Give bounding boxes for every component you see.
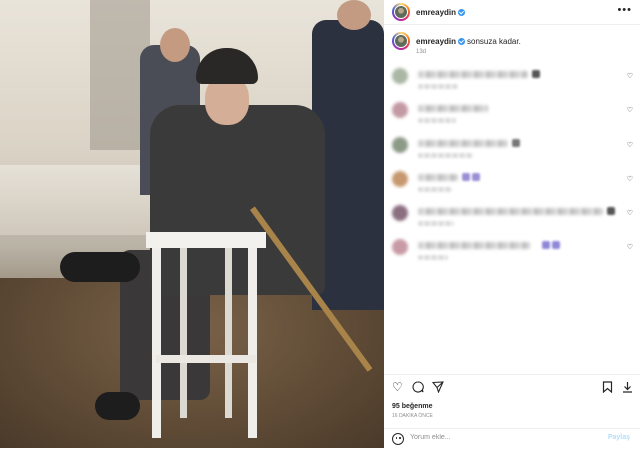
comment-emoji-blurred <box>552 241 560 249</box>
photo-table-leg <box>152 248 161 438</box>
heart-icon[interactable]: ♡ <box>627 175 633 183</box>
comment-avatar[interactable] <box>392 68 408 84</box>
comment-meta-blurred <box>418 187 452 192</box>
photo-table-top <box>146 232 266 248</box>
comment-emoji-blurred <box>512 139 520 147</box>
heart-icon[interactable]: ♡ <box>627 106 633 114</box>
photo-seated-man-shoe-2 <box>95 392 140 420</box>
comment-meta-blurred <box>418 153 473 158</box>
comment-text-blurred <box>418 105 488 112</box>
comment-avatar[interactable] <box>392 102 408 118</box>
posted-time: 16 dakika önce <box>392 413 433 419</box>
comment-emoji-blurred <box>532 70 540 78</box>
header-username[interactable]: emreaydin <box>416 8 466 17</box>
heart-icon[interactable]: ♡ <box>392 381 403 393</box>
comment-item: ♡ <box>392 102 637 130</box>
photo-seated-man-hat <box>196 48 258 84</box>
post-header: emreaydin ••• <box>384 0 640 25</box>
photo-standing-man-left-head <box>160 28 190 62</box>
comment-item: ♡ <box>392 205 637 233</box>
comment-emoji-blurred <box>472 173 480 181</box>
profile-avatar[interactable] <box>392 3 410 21</box>
like-count[interactable]: 95 beğenme <box>392 403 432 410</box>
comment-meta-blurred <box>418 221 454 226</box>
caption-text: sonsuza kadar. <box>467 37 521 46</box>
comment-emoji-blurred <box>462 173 470 181</box>
photo-background-wall <box>0 165 160 235</box>
comment-meta-blurred <box>418 118 456 123</box>
caption-avatar[interactable] <box>392 32 410 50</box>
caption-time: 13d <box>416 49 427 55</box>
heart-icon[interactable]: ♡ <box>627 209 633 217</box>
comment-emoji-blurred <box>542 241 550 249</box>
bookmark-icon[interactable] <box>602 381 613 395</box>
heart-icon[interactable]: ♡ <box>627 72 633 80</box>
paper-plane-icon[interactable] <box>431 381 444 395</box>
comment-avatar[interactable] <box>392 205 408 221</box>
comment-item: ♡ <box>392 171 637 199</box>
more-horizontal-icon[interactable]: ••• <box>617 4 632 16</box>
comment-item: ♡ <box>392 68 637 96</box>
post-comment-button[interactable]: Paylaş <box>608 434 630 441</box>
photo-table-shelf <box>156 355 256 363</box>
comment-item: ♡ <box>392 239 637 267</box>
comment-text-blurred <box>418 174 458 181</box>
comment-avatar[interactable] <box>392 239 408 255</box>
comment-text-blurred <box>418 140 508 147</box>
verified-badge-icon <box>458 38 466 45</box>
comment-emoji-blurred <box>607 207 615 215</box>
photo-standing-man-right-head <box>337 0 371 30</box>
comment-meta-blurred <box>418 255 448 260</box>
comment-icon[interactable] <box>412 381 424 395</box>
comment-item: ♡ <box>392 137 637 165</box>
photo-seated-man-shoe <box>60 252 140 282</box>
comment-avatar[interactable] <box>392 171 408 187</box>
add-comment-input[interactable] <box>410 432 590 443</box>
photo-table-leg <box>180 248 187 418</box>
download-icon[interactable] <box>622 381 633 395</box>
heart-icon[interactable]: ♡ <box>627 141 633 149</box>
verified-badge-icon <box>458 9 466 16</box>
emoji-icon[interactable] <box>392 433 404 445</box>
comment-text-blurred <box>418 71 528 78</box>
heart-icon[interactable]: ♡ <box>627 243 633 251</box>
post-actions: ♡ <box>384 374 640 401</box>
photo-table-leg <box>248 248 257 438</box>
post-photo[interactable] <box>0 0 384 448</box>
caption-username[interactable]: emreaydin <box>416 37 466 46</box>
post-side-panel: emreaydin ••• emreaydin sonsuza kadar. 1… <box>384 0 640 448</box>
comment-meta-blurred <box>418 84 458 89</box>
comment-avatar[interactable] <box>392 137 408 153</box>
post-caption: emreaydin sonsuza kadar. 13d <box>392 32 632 58</box>
photo-table-leg <box>225 248 232 418</box>
comment-text-blurred <box>418 242 530 249</box>
add-comment-bar: Paylaş <box>384 428 640 449</box>
comment-text-blurred <box>418 208 603 215</box>
